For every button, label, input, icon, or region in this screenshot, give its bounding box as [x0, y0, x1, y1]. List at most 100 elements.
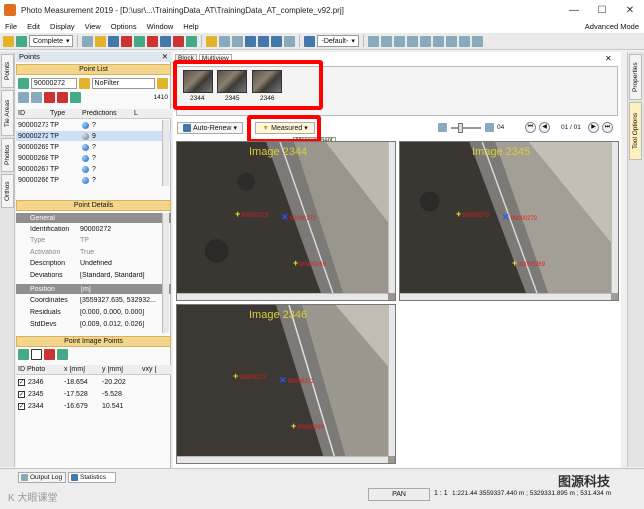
image-view-2345[interactable]: Image 2345 +90000273 ✕90000272 +90000269: [399, 141, 619, 301]
position-row[interactable]: Coordinates [3559327.635, 532932...: [16, 295, 171, 305]
zoom-slider[interactable]: [451, 127, 481, 129]
vertical-scrollbar[interactable]: [388, 142, 395, 293]
next-page-icon[interactable]: ▶: [588, 122, 599, 133]
point-row[interactable]: 90000273 TP?: [16, 120, 171, 130]
close-icon[interactable]: ✕: [605, 54, 612, 63]
checkbox-icon[interactable]: ✓: [18, 378, 25, 386]
horizontal-scrollbar[interactable]: [400, 293, 611, 300]
detail-row[interactable]: Type TP: [16, 236, 171, 246]
edit-point-icon[interactable]: [31, 92, 42, 103]
close-button[interactable]: ✕: [616, 5, 644, 16]
position-row[interactable]: StdDevs [0.009, 0.012, 0.026]: [16, 319, 171, 329]
col-type[interactable]: Type: [48, 110, 80, 117]
split-icon[interactable]: [406, 35, 418, 47]
grid-icon[interactable]: [82, 35, 94, 47]
hand-icon[interactable]: [206, 35, 218, 47]
vertical-scrollbar[interactable]: [388, 305, 395, 456]
tab-properties[interactable]: Properties: [629, 54, 642, 100]
point-tool-icon[interactable]: [95, 35, 107, 47]
point-row[interactable]: 90000266 TP?: [16, 175, 171, 185]
select-icon[interactable]: [70, 92, 81, 103]
zoom-1-1-icon[interactable]: [271, 35, 283, 47]
measure-icon[interactable]: [134, 35, 146, 47]
add-point-icon[interactable]: [18, 92, 29, 103]
checkbox-icon[interactable]: ✓: [18, 402, 25, 410]
maximize-button[interactable]: ☐: [588, 5, 616, 16]
menu-display[interactable]: Display: [45, 22, 80, 31]
check-icon[interactable]: [16, 35, 27, 47]
square-icon[interactable]: [31, 349, 42, 360]
remove-icon[interactable]: [147, 35, 159, 47]
panel-icon[interactable]: [471, 35, 483, 47]
tie-icon[interactable]: [186, 35, 198, 47]
menu-help[interactable]: Help: [178, 22, 203, 31]
remove-point-icon[interactable]: [44, 92, 55, 103]
complete-select[interactable]: Complete ▾: [29, 35, 74, 47]
point-marker[interactable]: +90000269: [291, 421, 324, 431]
advanced-mode-label[interactable]: Advanced Mode: [580, 22, 644, 31]
delete-point-icon[interactable]: [121, 35, 133, 47]
point-marker[interactable]: +90000269: [512, 258, 545, 268]
zoom-4-1-icon[interactable]: [245, 35, 257, 47]
col-l[interactable]: L: [132, 110, 142, 117]
remove-image-point-icon[interactable]: [44, 349, 55, 360]
last-page-icon[interactable]: ⏭: [602, 122, 613, 133]
image-view-2346[interactable]: Image 2346 +90000273 ✕90000272 +90000269: [176, 304, 396, 464]
zoom-in-icon[interactable]: [219, 35, 231, 47]
point-row[interactable]: 90000267 TP?: [16, 164, 171, 174]
image-point-row[interactable]: ✓ 2345 -17.528 -5.528: [16, 389, 171, 399]
zoom-slider-handle[interactable]: [458, 123, 463, 133]
display-mode-select[interactable]: -Default- ▾: [317, 35, 359, 47]
delete-icon[interactable]: [57, 92, 68, 103]
col-x[interactable]: x [mm]: [62, 366, 100, 373]
refresh-icon[interactable]: [18, 78, 29, 89]
zoom-small-icon[interactable]: [438, 123, 447, 132]
filter-select[interactable]: NoFilter: [91, 78, 156, 89]
image-point-row[interactable]: ✓ 2344 -16.679 10.541: [16, 401, 171, 411]
menu-edit[interactable]: Edit: [22, 22, 45, 31]
zoom-large-icon[interactable]: [485, 123, 494, 132]
image-view-2344[interactable]: Image 2344 +90000273 ✕90000272 +90000269: [176, 141, 396, 301]
tab-orthos[interactable]: Orthos: [1, 174, 14, 208]
details-scrollbar[interactable]: [162, 213, 169, 333]
tab-tie-areas[interactable]: Tie Areas: [1, 90, 14, 136]
vertical-scrollbar[interactable]: [611, 142, 618, 293]
window-icon[interactable]: [380, 35, 392, 47]
view-icon[interactable]: [458, 35, 470, 47]
unlink-icon[interactable]: [173, 35, 185, 47]
horizontal-scrollbar[interactable]: [177, 456, 388, 463]
tab-output-log[interactable]: Output Log: [18, 472, 66, 483]
tab-photos[interactable]: Photos: [1, 138, 14, 172]
zoom-2-1-icon[interactable]: [258, 35, 270, 47]
detail-row[interactable]: Activation True: [16, 247, 171, 257]
point-list-scrollbar[interactable]: [162, 120, 169, 186]
stack-icon[interactable]: [432, 35, 444, 47]
menu-file[interactable]: File: [0, 22, 22, 31]
point-marker[interactable]: +90000273: [233, 371, 266, 381]
filter-icon[interactable]: [78, 78, 90, 89]
tab-statistics[interactable]: Statistics: [68, 472, 116, 483]
tab-tool-options[interactable]: Tool Options: [629, 102, 642, 160]
col-id[interactable]: ID: [16, 110, 48, 117]
point-marker-selected[interactable]: ✕90000272: [281, 212, 316, 223]
accept-icon[interactable]: [18, 349, 29, 360]
point-marker-selected[interactable]: ✕90000272: [502, 212, 537, 223]
point-marker[interactable]: +90000273: [456, 209, 489, 219]
point-marker[interactable]: +90000273: [235, 209, 268, 219]
move-icon[interactable]: [108, 35, 120, 47]
frame-icon[interactable]: [445, 35, 457, 47]
position-row[interactable]: Residuals [0.000, 0.000, 0.000]: [16, 307, 171, 317]
layout-icon[interactable]: [419, 35, 431, 47]
funnel-icon[interactable]: [157, 78, 169, 89]
detail-row[interactable]: Identification 90000272: [16, 224, 171, 234]
tile-icon[interactable]: [393, 35, 405, 47]
zoom-out-icon[interactable]: [232, 35, 244, 47]
horizontal-scrollbar[interactable]: [177, 293, 388, 300]
fit-icon[interactable]: [284, 35, 296, 47]
checkbox-icon[interactable]: ✓: [18, 390, 25, 398]
layer-icon[interactable]: [367, 35, 379, 47]
save-icon[interactable]: [3, 35, 14, 47]
point-marker[interactable]: +90000269: [293, 258, 326, 268]
auto-renew-button[interactable]: Auto-Renew ▾: [177, 122, 243, 134]
menu-window[interactable]: Window: [142, 22, 179, 31]
